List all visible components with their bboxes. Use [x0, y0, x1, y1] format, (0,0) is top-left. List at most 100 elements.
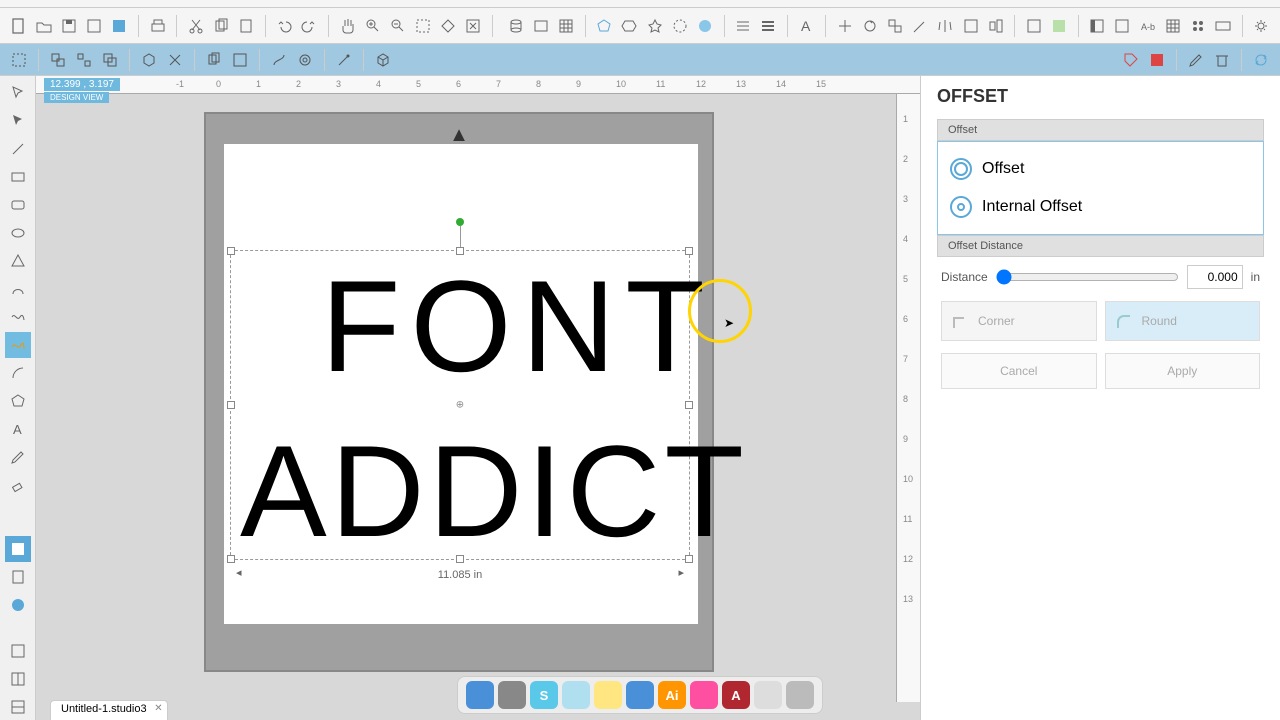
paste-icon[interactable] — [235, 15, 256, 37]
text-line-2[interactable]: ADDICT — [240, 416, 748, 566]
magic-icon[interactable] — [333, 49, 355, 71]
internal-offset-option[interactable]: Internal Offset — [946, 188, 1255, 226]
dock-item[interactable] — [562, 681, 590, 709]
apply-button[interactable]: Apply — [1105, 353, 1261, 389]
pentagon-icon[interactable] — [594, 15, 615, 37]
dock-item[interactable] — [498, 681, 526, 709]
shape-cyl-icon[interactable] — [505, 15, 526, 37]
zoom-in-icon[interactable] — [362, 15, 383, 37]
fit-canvas-icon[interactable] — [463, 15, 484, 37]
resize-handle-mr[interactable] — [685, 401, 693, 409]
send-design-icon[interactable] — [1146, 49, 1168, 71]
rotate-handle[interactable] — [456, 218, 464, 226]
curve-tool-icon[interactable] — [5, 276, 31, 302]
trash-icon[interactable] — [1211, 49, 1233, 71]
ellipse-tool-icon[interactable] — [5, 220, 31, 246]
transform2-icon[interactable] — [859, 15, 880, 37]
panel2-icon[interactable] — [1112, 15, 1133, 37]
mirror-icon[interactable] — [935, 15, 956, 37]
redo-icon[interactable] — [299, 15, 320, 37]
dock-item[interactable] — [594, 681, 622, 709]
book-icon[interactable] — [5, 564, 31, 590]
saveas-icon[interactable] — [84, 15, 105, 37]
distance-input[interactable] — [1187, 265, 1243, 289]
dock-item[interactable] — [466, 681, 494, 709]
save-icon[interactable] — [58, 15, 79, 37]
select-mode-icon[interactable] — [8, 49, 30, 71]
dock-item[interactable] — [786, 681, 814, 709]
cube-icon[interactable] — [372, 49, 394, 71]
compound-icon[interactable] — [99, 49, 121, 71]
panel1-icon[interactable] — [1087, 15, 1108, 37]
sync-icon[interactable] — [1250, 49, 1272, 71]
layer2-icon[interactable] — [1048, 15, 1069, 37]
clone-icon[interactable] — [229, 49, 251, 71]
layer1-icon[interactable] — [1023, 15, 1044, 37]
gear-icon[interactable] — [1251, 15, 1272, 37]
ungroup-icon[interactable] — [73, 49, 95, 71]
view3-icon[interactable] — [5, 694, 31, 720]
document-tab[interactable]: Untitled-1.studio3 ✕ — [50, 700, 168, 720]
canvas[interactable]: 12.399 , 3.197 DESIGN VIEW -101234567891… — [36, 76, 920, 720]
path1-icon[interactable] — [268, 49, 290, 71]
circle-fill-icon[interactable] — [694, 15, 715, 37]
resize-handle-tl[interactable] — [227, 247, 235, 255]
dock-item[interactable]: Ai — [658, 681, 686, 709]
undo-icon[interactable] — [274, 15, 295, 37]
grid-icon[interactable] — [1162, 15, 1183, 37]
dock-item[interactable] — [626, 681, 654, 709]
dock-item[interactable] — [754, 681, 782, 709]
globe-icon[interactable] — [5, 592, 31, 618]
cancel-button[interactable]: Cancel — [941, 353, 1097, 389]
group-icon[interactable] — [47, 49, 69, 71]
poly-tool-icon[interactable] — [5, 248, 31, 274]
print-icon[interactable] — [147, 15, 168, 37]
rrect-tool-icon[interactable] — [5, 192, 31, 218]
preview-icon[interactable] — [109, 15, 130, 37]
select-tool-icon[interactable] — [5, 80, 31, 106]
rect-tool-icon[interactable] — [5, 164, 31, 190]
offset-option[interactable]: Offset — [946, 150, 1255, 188]
zoom-out-icon[interactable] — [387, 15, 408, 37]
resize-handle-ml[interactable] — [227, 401, 235, 409]
hexagon-icon[interactable] — [619, 15, 640, 37]
eraser-tool-icon[interactable] — [5, 472, 31, 498]
freehand-tool-icon[interactable] — [5, 304, 31, 330]
shape-rect-icon[interactable] — [530, 15, 551, 37]
target-icon[interactable] — [294, 49, 316, 71]
selection-bounds[interactable]: ⊕ FONT ADDICT — [230, 250, 690, 560]
new-icon[interactable] — [8, 15, 29, 37]
transform1-icon[interactable] — [834, 15, 855, 37]
pentagon-tool-icon[interactable] — [5, 388, 31, 414]
resize-handle-bl[interactable] — [227, 555, 235, 563]
dock-item[interactable] — [690, 681, 718, 709]
text-tool-icon[interactable]: A — [5, 416, 31, 442]
corner-button[interactable]: Corner — [941, 301, 1097, 341]
arc-tool-icon[interactable] — [5, 360, 31, 386]
line-style-icon[interactable] — [732, 15, 753, 37]
zoom-select-icon[interactable] — [413, 15, 434, 37]
line-tool-icon[interactable] — [5, 136, 31, 162]
copy-icon[interactable] — [210, 15, 231, 37]
zoom-fit-icon[interactable] — [438, 15, 459, 37]
cut-icon[interactable] — [185, 15, 206, 37]
transform3-icon[interactable] — [884, 15, 905, 37]
pencil-icon[interactable] — [1185, 49, 1207, 71]
dock-item[interactable]: S — [530, 681, 558, 709]
burst-icon[interactable] — [669, 15, 690, 37]
dup-icon[interactable] — [203, 49, 225, 71]
align-icon[interactable] — [985, 15, 1006, 37]
shape-grid-icon[interactable] — [555, 15, 576, 37]
text-icon[interactable]: A — [796, 15, 817, 37]
line-style2-icon[interactable] — [758, 15, 779, 37]
edit-points-icon[interactable] — [5, 108, 31, 134]
view1-icon[interactable] — [5, 638, 31, 664]
panel3-icon[interactable]: A-b — [1137, 15, 1158, 37]
knife-icon[interactable] — [910, 15, 931, 37]
library-icon[interactable] — [5, 536, 31, 562]
draw-tool-icon[interactable] — [5, 444, 31, 470]
pan-icon[interactable] — [337, 15, 358, 37]
scale-icon[interactable] — [960, 15, 981, 37]
star-icon[interactable] — [644, 15, 665, 37]
tag-icon[interactable] — [1120, 49, 1142, 71]
